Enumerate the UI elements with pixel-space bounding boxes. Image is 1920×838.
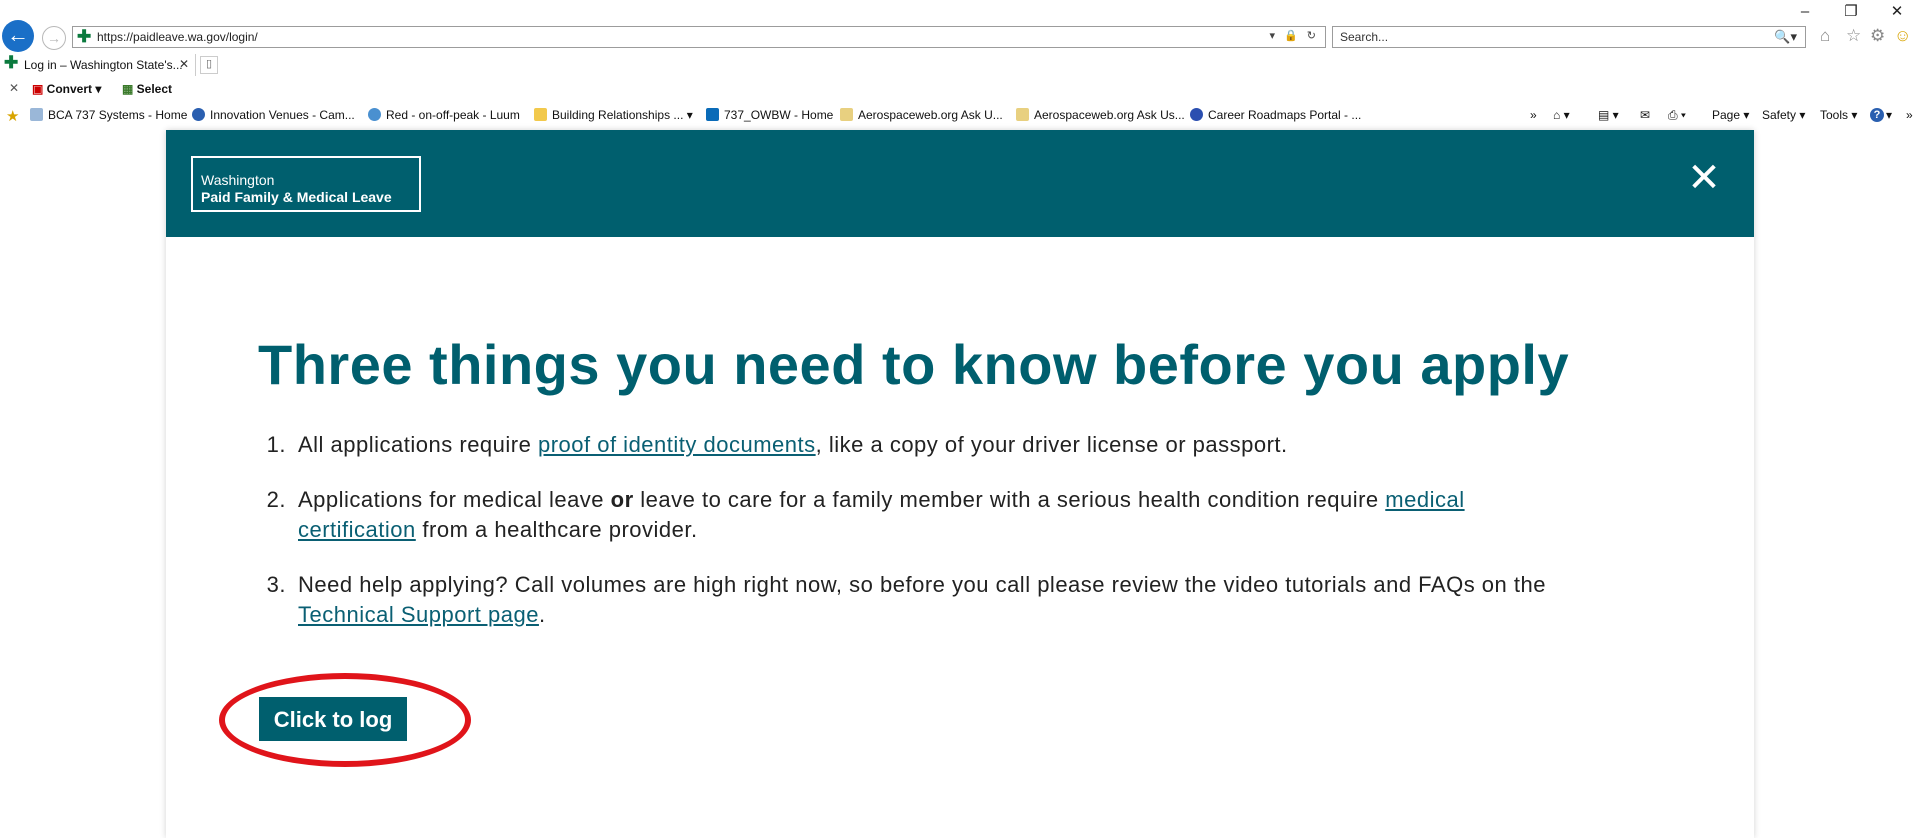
technical-support-link[interactable]: Technical Support page [298, 602, 539, 627]
arrow-left-icon: ← [7, 22, 29, 47]
list-item: 2. Applications for medical leave or lea… [250, 485, 1580, 545]
tab-login[interactable]: ✚ Log in – Washington State's... ✕ [0, 53, 196, 76]
favorite-link[interactable]: Red - on-off-peak - Luum [368, 108, 520, 122]
tab-favicon-icon: ✚ [4, 53, 19, 72]
feedback-smiley-icon[interactable]: ☺ [1894, 26, 1911, 46]
list-text: , like a copy of your driver license or … [815, 432, 1288, 457]
favorite-link[interactable]: Innovation Venues - Cam... [192, 108, 355, 122]
more-favorites-icon[interactable]: » [1530, 108, 1537, 122]
list-item: 3. Need help applying? Call volumes are … [250, 570, 1580, 630]
page-title: Three things you need to know before you… [258, 333, 1570, 396]
list-text: Need help applying? Call volumes are hig… [298, 572, 1546, 597]
site-logo[interactable]: Washington Paid Family & Medical Leave [191, 156, 421, 212]
favorite-link[interactable]: Aerospaceweb.org Ask Us... [1016, 108, 1185, 122]
list-text: Applications for medical leave [298, 487, 611, 512]
safety-menu[interactable]: Safety ▾ [1762, 108, 1805, 122]
page-menu[interactable]: Page ▾ [1712, 108, 1749, 122]
site-favicon-icon: ✚ [77, 27, 92, 46]
minimize-button[interactable]: – [1782, 0, 1828, 24]
emphasis-or: or [610, 487, 634, 512]
site-header: Washington Paid Family & Medical Leave ✕ [166, 130, 1754, 237]
search-placeholder: Search... [1340, 30, 1389, 44]
search-icon[interactable]: 🔍▾ [1774, 29, 1797, 45]
browser-chrome: – ❐ ✕ ← → ✚ https://paidleave.wa.gov/log… [0, 0, 1920, 130]
shield-icon [1190, 108, 1203, 121]
favorite-link[interactable]: 737_OWBW - Home [706, 108, 833, 122]
close-icon[interactable]: ✕ [1684, 158, 1724, 198]
list-text: leave to care for a family member with a… [633, 487, 1386, 512]
select-label: Select [136, 82, 173, 96]
favorite-link[interactable]: Aerospaceweb.org Ask U... [840, 108, 1003, 122]
list-text: from a healthcare provider. [415, 517, 698, 542]
tab-title: Log in – Washington State's... [24, 58, 183, 72]
pdf-convert-icon: ▣ [32, 82, 47, 96]
print-icon[interactable]: ⎙ ▾ [1668, 108, 1686, 123]
new-tab-button[interactable]: ▯ [200, 56, 218, 74]
favorite-icon [368, 108, 381, 121]
restore-button[interactable]: ❐ [1828, 0, 1874, 24]
list-item: 1. All applications require proof of ide… [250, 430, 1580, 460]
favorite-label: 737_OWBW - Home [724, 108, 834, 122]
login-button[interactable]: Click to log in [259, 697, 407, 776]
address-tools[interactable]: ▾ 🔒 ↻ [1269, 29, 1319, 42]
favorite-label: Aerospaceweb.org Ask Us... [1034, 108, 1185, 122]
favorite-link[interactable]: Career Roadmaps Portal - ... [1190, 108, 1361, 122]
login-page: Washington Paid Family & Medical Leave ✕… [166, 130, 1754, 838]
select-button[interactable]: ▦ Select [122, 82, 172, 96]
home-icon[interactable]: ⌂ [1820, 26, 1830, 46]
ie-page-icon [840, 108, 853, 121]
close-window-button[interactable]: ✕ [1874, 0, 1920, 24]
command-bar-close-icon[interactable]: ✕ [9, 81, 19, 95]
requirements-list: 1. All applications require proof of ide… [250, 430, 1580, 655]
tab-close-icon[interactable]: ✕ [179, 57, 189, 71]
arrow-right-icon: → [47, 30, 61, 46]
favorite-icon [30, 108, 43, 121]
favorite-label: Aerospaceweb.org Ask U... [858, 108, 1003, 122]
favorites-star-add-icon[interactable]: ★ [6, 107, 19, 125]
tools-menu[interactable]: Tools ▾ [1820, 108, 1857, 122]
favorite-label: Innovation Venues - Cam... [210, 108, 355, 122]
back-button[interactable]: ← [2, 20, 34, 52]
list-text: All applications require [298, 432, 538, 457]
favorites-bar: ★ BCA 737 Systems - Home Innovation Venu… [0, 105, 1920, 127]
forward-button[interactable]: → [42, 26, 66, 50]
proof-of-identity-link[interactable]: proof of identity documents [538, 432, 816, 457]
address-url: https://paidleave.wa.gov/login/ [97, 30, 258, 44]
convert-label: Convert [46, 82, 93, 96]
favorite-label: Career Roadmaps Portal - ... [1208, 108, 1362, 122]
favorites-star-icon[interactable]: ☆ [1846, 26, 1861, 46]
convert-button[interactable]: ▣ Convert ▾ [32, 82, 101, 96]
mail-icon[interactable]: ✉ [1640, 108, 1650, 122]
list-number: 2. [266, 487, 286, 512]
help-dropdown-icon[interactable]: ▾ [1886, 108, 1892, 122]
logo-line1: Washington [201, 172, 275, 188]
folder-icon [534, 108, 547, 121]
list-text: . [538, 602, 546, 627]
select-icon: ▦ [122, 82, 137, 96]
favorite-folder[interactable]: Building Relationships ... ▾ [534, 108, 693, 122]
list-number: 1. [266, 432, 286, 457]
ie-page-icon [1016, 108, 1029, 121]
home-menu-icon[interactable]: ⌂ ▾ [1553, 108, 1570, 122]
favorite-link[interactable]: BCA 737 Systems - Home [30, 108, 187, 122]
window-controls: – ❐ ✕ [1782, 0, 1920, 24]
favorite-icon [192, 108, 205, 121]
help-icon[interactable]: ? [1870, 108, 1884, 122]
search-box[interactable]: Search... 🔍▾ [1332, 26, 1806, 48]
feeds-icon[interactable]: ▤ ▾ [1598, 108, 1619, 122]
sharepoint-icon [706, 108, 719, 121]
list-number: 3. [266, 572, 286, 597]
settings-gear-icon[interactable]: ⚙ [1870, 26, 1885, 46]
address-bar[interactable]: ✚ https://paidleave.wa.gov/login/ ▾ 🔒 ↻ [72, 26, 1326, 48]
favorite-label: Building Relationships ... [552, 108, 684, 122]
favorite-label: BCA 737 Systems - Home [48, 108, 188, 122]
more-tools-icon[interactable]: » [1906, 108, 1913, 122]
logo-line2: Paid Family & Medical Leave [201, 189, 392, 205]
favorite-label: Red - on-off-peak - Luum [386, 108, 520, 122]
